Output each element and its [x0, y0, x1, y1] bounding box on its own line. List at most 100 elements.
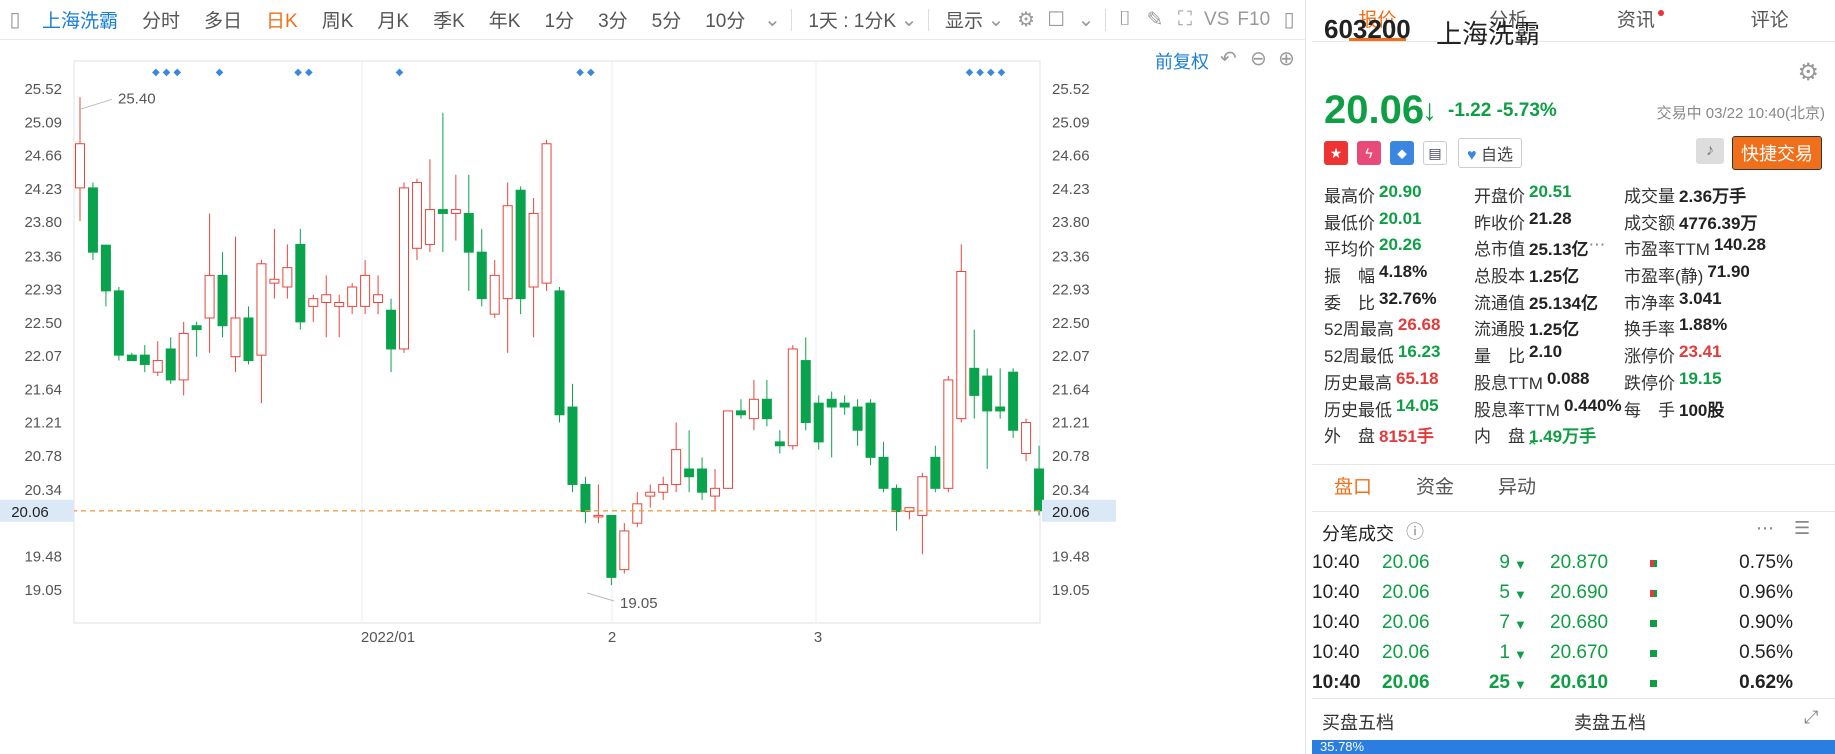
y-tick-label-right: 25.52	[1052, 81, 1090, 98]
y-tick-label-right: 22.07	[1052, 348, 1090, 365]
price-tag-right: 20.06	[1052, 504, 1090, 521]
quote-item: 52周最低 16.23	[1324, 342, 1499, 369]
flow-marker	[1650, 620, 1657, 627]
f10-button[interactable]: F10	[1233, 9, 1274, 31]
candle-body	[152, 360, 163, 373]
chevron-down-icon[interactable]: ⌄	[757, 6, 787, 34]
tick-level-price: 20.690	[1550, 582, 1609, 603]
period-tab[interactable]: 月K	[365, 6, 421, 33]
event-marker: ◆◆	[294, 67, 315, 78]
more-icon[interactable]: ⋯	[1756, 518, 1774, 539]
interval-select[interactable]: 1天 : 1分K	[796, 6, 908, 33]
candle-body	[541, 143, 552, 284]
bell-icon[interactable]: ♪	[1696, 138, 1724, 164]
candle-body	[787, 348, 798, 447]
quote-value: 26.68	[1397, 315, 1441, 335]
panel-toggle-icon[interactable]: ▯	[1274, 6, 1304, 34]
period-tab[interactable]: 10分	[693, 6, 757, 33]
candle-body	[489, 274, 500, 315]
candle-body	[982, 375, 993, 412]
camera-icon[interactable]: ⌷	[1110, 6, 1140, 34]
period-tab[interactable]: 1分	[532, 6, 586, 33]
candle-body	[243, 317, 254, 362]
candle-body	[774, 441, 785, 447]
candle-body	[528, 212, 539, 288]
info-icon[interactable]: ⓘ	[1406, 518, 1424, 544]
down-arrow-icon: ↓	[1422, 94, 1437, 127]
quote-item: 52周最高 26.68	[1324, 315, 1499, 342]
candle-body	[308, 298, 319, 307]
period-tabs: 分时 多日 日K 周K 月K 季K 年K 1分 3分 5分 10分	[130, 6, 757, 33]
period-tab[interactable]: 日K	[254, 6, 310, 33]
chevron-down-icon[interactable]: ⌄	[894, 6, 924, 34]
y-tick-label-left: 20.34	[24, 482, 62, 499]
quote-label: 每 手	[1624, 400, 1675, 420]
quote-value: 32.76%	[1379, 288, 1437, 308]
period-tab[interactable]: 多日	[192, 6, 254, 33]
chevron-down-icon[interactable]: ⌄	[981, 6, 1011, 34]
candle-body	[204, 274, 215, 319]
quote-item: 总市值 25.13亿 ⋯	[1474, 235, 1649, 262]
quote-label: 总市值	[1474, 240, 1525, 260]
stock-name-tab[interactable]: 上海洗霸	[30, 6, 130, 33]
tick-level-pct: 0.75%	[1739, 552, 1793, 573]
y-tick-label-left: 22.93	[24, 282, 62, 299]
quote-item: 换手率 1.88%	[1624, 315, 1799, 342]
quick-trade-button[interactable]: 快捷交易	[1732, 136, 1822, 170]
document-icon[interactable]: ▤	[1423, 141, 1447, 165]
event-marker: ◆	[216, 67, 227, 78]
quote-tab[interactable]: 评论	[1704, 0, 1835, 41]
quote-value: 20.90	[1379, 182, 1422, 201]
detail-tab[interactable]: 盘口	[1312, 465, 1394, 511]
tick-volume: 1	[1499, 642, 1510, 663]
quote-value: 0.440%	[1563, 395, 1622, 415]
period-tab[interactable]: 季K	[421, 6, 477, 33]
sidebar-toggle-icon[interactable]: ▯	[0, 6, 30, 34]
pencil-icon[interactable]: ✎	[1140, 6, 1170, 34]
candle-body	[930, 456, 941, 489]
period-tab[interactable]: 周K	[310, 6, 366, 33]
gear-icon[interactable]: ⚙	[1797, 58, 1819, 87]
candle-body	[373, 294, 384, 303]
tick-price: 20.06	[1382, 552, 1430, 573]
vs-button[interactable]: VS	[1200, 9, 1233, 31]
quote-label: 涨停价	[1624, 347, 1675, 367]
tag-icon[interactable]: ⬥	[1390, 141, 1414, 165]
tick-row: 10:40 20.06 1 20.670 0.56% ▼	[1312, 638, 1835, 668]
chart-panel: ▯ 上海洗霸 分时 多日 日K 周K 月K 季K 年K 1分 3分 5分 10分 ⌄ 1天 : 1分…	[0, 0, 1306, 754]
period-tab[interactable]: 年K	[477, 6, 533, 33]
lightning-icon[interactable]: ϟ	[1357, 141, 1381, 165]
detail-tab[interactable]: 资金	[1394, 465, 1476, 511]
gear-icon[interactable]: ⚙	[1011, 6, 1041, 34]
list-icon[interactable]: ☰	[1794, 518, 1810, 539]
checkbox-icon[interactable]: ☐	[1041, 6, 1071, 34]
candle-body	[476, 251, 487, 300]
candle-body	[748, 398, 759, 420]
detail-tabs: 盘口 资金 异动	[1312, 464, 1835, 512]
y-tick-label-right: 25.09	[1052, 114, 1090, 131]
period-tab[interactable]: 3分	[586, 6, 640, 33]
candle-body	[87, 187, 98, 253]
quote-tab[interactable]: 资讯	[1574, 0, 1705, 41]
down-triangle-icon: ▼	[1514, 587, 1527, 602]
candle-body	[826, 398, 837, 408]
period-tab[interactable]: 分时	[130, 6, 192, 33]
flow-marker	[1650, 680, 1657, 687]
china-flag-icon[interactable]: ★	[1324, 141, 1348, 165]
add-watchlist-button[interactable]: ♥ 自选	[1458, 138, 1522, 168]
chevron-down-icon[interactable]: ⌄	[1071, 6, 1101, 34]
collapse-icon[interactable]: ⌃	[1526, 438, 1539, 456]
quote-item: 最高价 20.90	[1324, 182, 1499, 209]
detail-tab[interactable]: 异动	[1476, 465, 1558, 511]
more-icon[interactable]: ⋯	[1589, 235, 1606, 262]
expand-icon[interactable]: ⤢	[1804, 707, 1818, 728]
tick-volume: 25	[1488, 672, 1510, 693]
event-marker: ◆	[396, 67, 407, 78]
candlestick-chart[interactable]: 25.52 25.52 25.09 25.09 24.66 24.66 24.23 24.23…	[0, 41, 1306, 754]
fullscreen-icon[interactable]: ⛶	[1170, 6, 1200, 34]
quote-label: 委 比	[1324, 293, 1375, 313]
period-tab[interactable]: 5分	[640, 6, 694, 33]
quote-value: 4.18%	[1379, 262, 1428, 282]
quote-value: 25.134亿	[1529, 293, 1598, 313]
quote-item: 昨收价 21.28	[1474, 209, 1649, 236]
